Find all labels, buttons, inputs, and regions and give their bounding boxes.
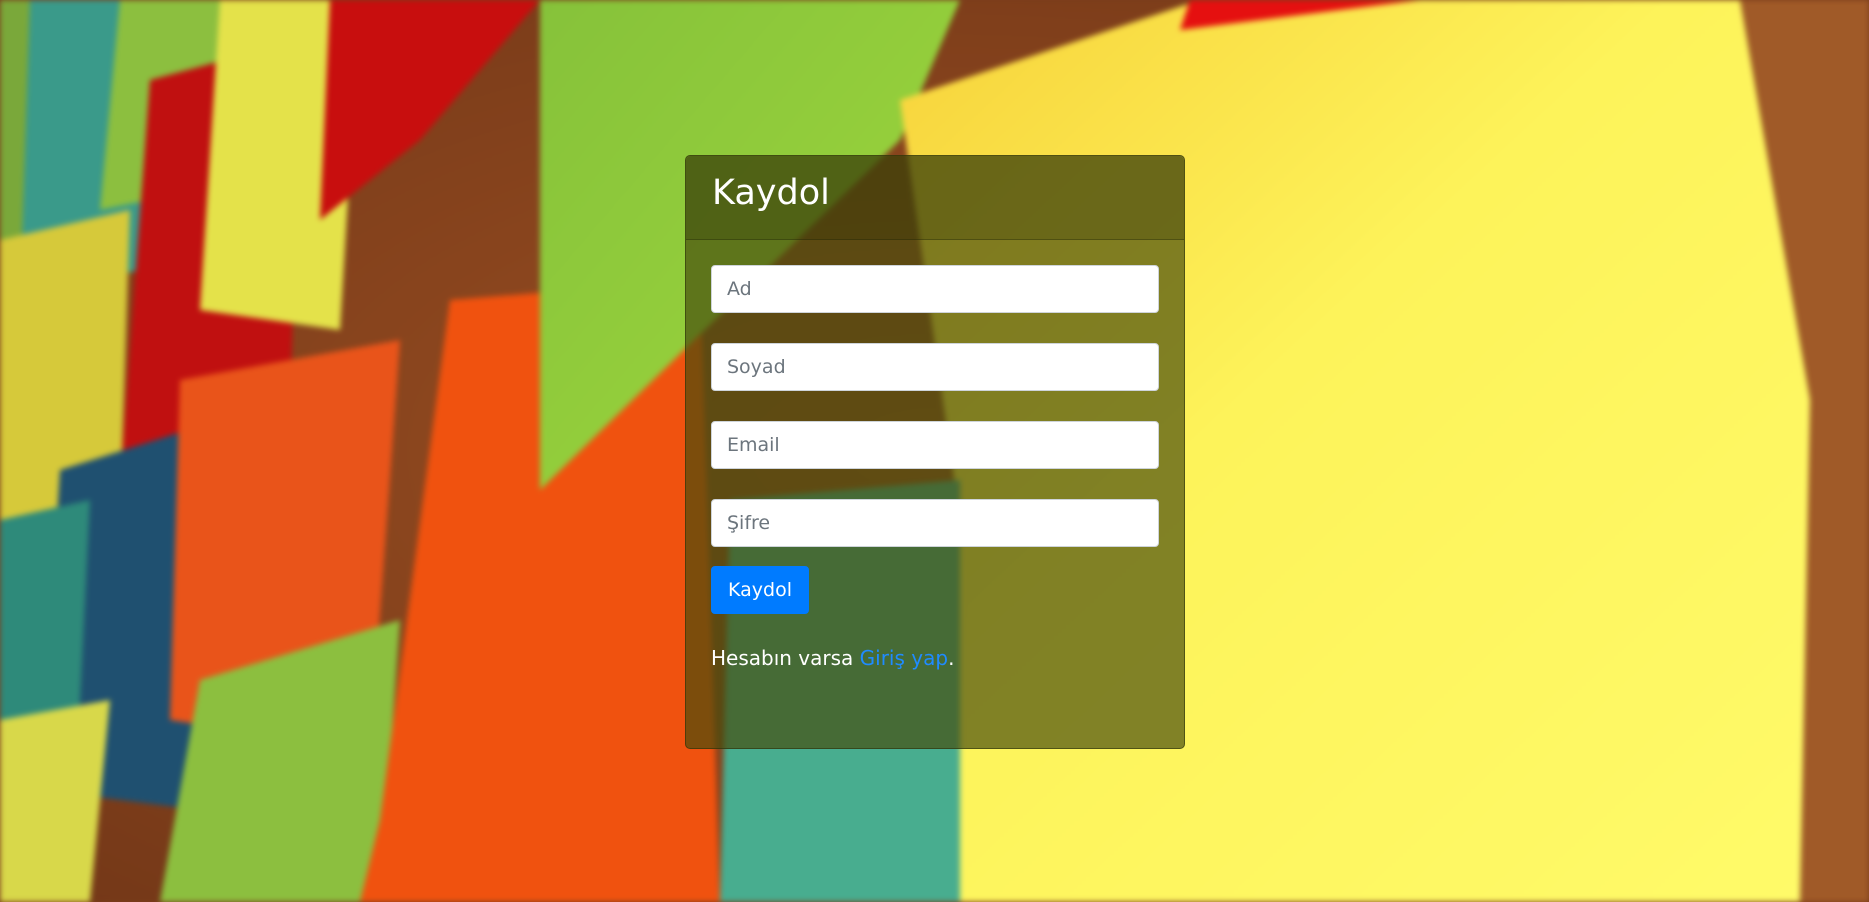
first-name-group <box>711 265 1159 313</box>
password-input[interactable] <box>711 499 1159 547</box>
page-title: Kaydol <box>712 173 830 213</box>
password-group <box>711 499 1159 547</box>
last-name-group <box>711 343 1159 391</box>
register-form: Kaydol Hesabın varsa Giriş yap. <box>686 240 1184 670</box>
first-name-input[interactable] <box>711 265 1159 313</box>
login-prompt-prefix: Hesabın varsa <box>711 646 860 670</box>
register-card: Kaydol Kaydol Hesabın varsa Giriş yap. <box>685 155 1185 749</box>
email-input[interactable] <box>711 421 1159 469</box>
register-button[interactable]: Kaydol <box>711 566 809 614</box>
card-header: Kaydol <box>686 156 1184 240</box>
login-prompt-suffix: . <box>948 646 955 670</box>
last-name-input[interactable] <box>711 343 1159 391</box>
login-link[interactable]: Giriş yap <box>860 646 948 670</box>
login-prompt: Hesabın varsa Giriş yap. <box>711 646 1159 670</box>
email-group <box>711 421 1159 469</box>
